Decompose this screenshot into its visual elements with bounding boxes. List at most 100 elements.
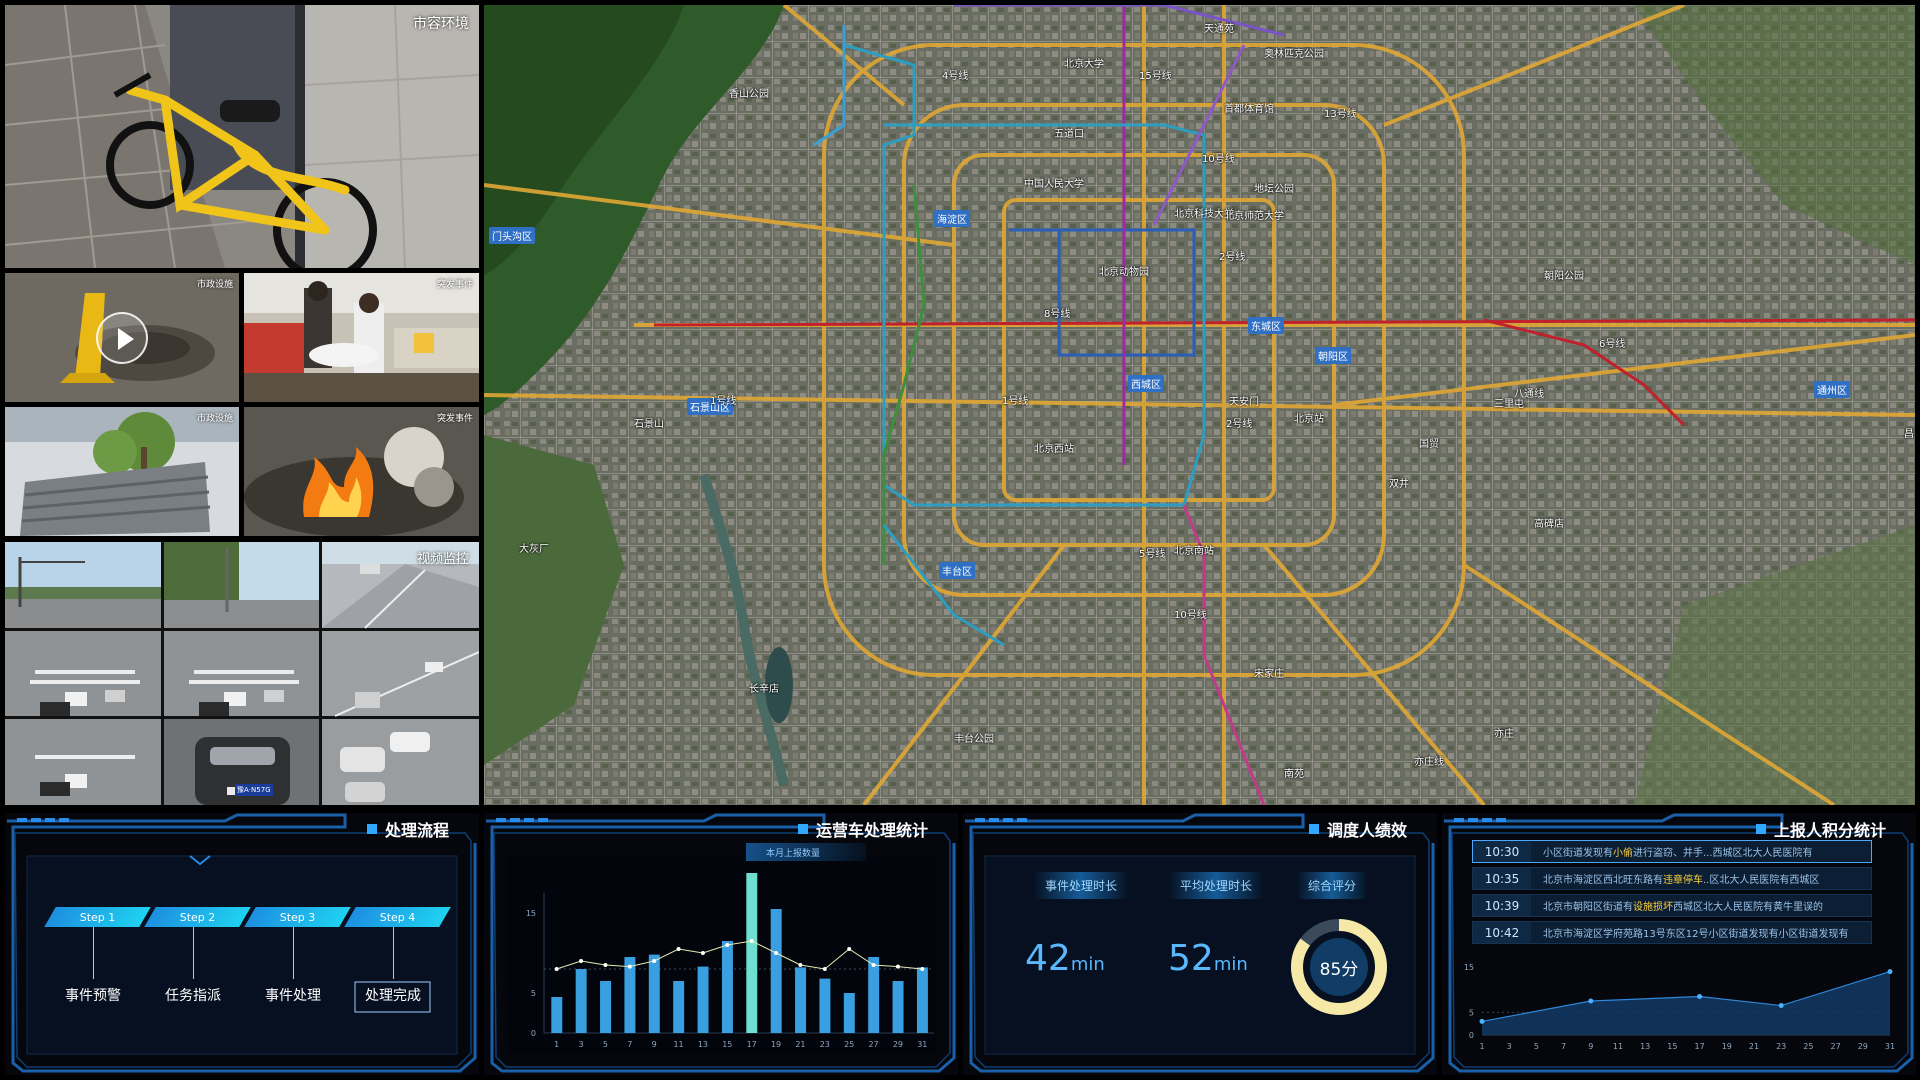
x-tick-label: 21 (1749, 1042, 1759, 1051)
kpi-score-label: 综合评分 (1296, 872, 1369, 899)
x-tick-label: 1 (1479, 1042, 1484, 1051)
place-label: 北京西站 (1034, 444, 1074, 455)
district-label[interactable]: 西城区 (1128, 375, 1164, 392)
district-label[interactable]: 丰台区 (939, 562, 975, 579)
place-label: 北京站 (1294, 414, 1324, 425)
place-label: 地坛公园 (1254, 184, 1294, 195)
vendor-scene (244, 273, 479, 402)
step-3-tab[interactable]: Step 3 (244, 907, 351, 927)
x-tick-label: 19 (771, 1040, 781, 1049)
place-label: 首都体育馆 (1224, 104, 1274, 115)
x-tick-label: 17 (1695, 1042, 1705, 1051)
place-label: 亦庄 (1494, 729, 1514, 740)
panel-title: 调度人绩效 (1308, 817, 1407, 841)
place-label: 天安门 (1229, 397, 1259, 408)
x-tick-label: 23 (1776, 1042, 1786, 1051)
kpi-handle-time-value: 42min (1025, 938, 1105, 979)
area-point (1778, 1003, 1784, 1009)
area-fill (1482, 971, 1890, 1035)
place-label: 五道口 (1054, 129, 1084, 140)
district-label[interactable]: 海淀区 (934, 210, 970, 227)
panel-title: 处理流程 (366, 817, 449, 841)
camera-feed-2 (164, 542, 319, 628)
x-tick-label: 29 (1858, 1042, 1868, 1051)
trend-point (603, 963, 608, 967)
y-tick-label: 15 (526, 909, 536, 918)
subway-line-label: 8号线 (1044, 309, 1071, 320)
place-label: 北京大学 (1064, 59, 1104, 70)
place-label: 北京师范大学 (1224, 211, 1284, 222)
place-label: 北京动物园 (1099, 267, 1149, 278)
subway-line-label: 5号线 (1139, 549, 1166, 560)
place-label: 高碑店 (1534, 519, 1564, 530)
place-label: 长辛店 (749, 684, 779, 695)
trend-point (676, 947, 681, 951)
y-tick-label: 15 (1464, 963, 1474, 972)
report-row[interactable]: 10:35 北京市海淀区西北旺东路有 违章停车 ..区北大人民医院有西城区 (1472, 867, 1872, 890)
step-2-tab[interactable]: Step 2 (144, 907, 251, 927)
tile-fire[interactable]: 突发事件 (244, 407, 479, 536)
x-tick-label: 25 (1803, 1042, 1813, 1051)
district-label[interactable]: 通州区 (1814, 381, 1850, 398)
district-label[interactable]: 门头沟区 (489, 227, 535, 244)
panel-process: 处理流程 Step 1 Step 2 Step 3 Step 4 事件预警 任务… (5, 813, 479, 1075)
trend-point (700, 951, 705, 955)
camera-feed-1 (5, 542, 161, 628)
district-label[interactable]: 朝阳区 (1315, 347, 1351, 364)
trend-point (627, 964, 632, 969)
district-label[interactable]: 东城区 (1248, 317, 1284, 334)
step-1-tab[interactable]: Step 1 (44, 907, 151, 927)
panel-reporter-points: 上报人积分统计 10:30 小区街道发现有 小偷 进行盗窃、并手...西城区北大人民医… (1442, 813, 1916, 1075)
tile-planter[interactable]: 市政设施 (5, 407, 239, 536)
tile-street-vendor[interactable]: 突发事件 (244, 273, 479, 402)
x-tick-label: 31 (1885, 1042, 1895, 1051)
reporter-area-chart: 05151 3 5 7 9 11 13 15 17 19 21 23 25 27 29 31 (1464, 963, 1895, 1051)
trend-point (579, 959, 584, 963)
place-label: 天通苑 (1204, 24, 1234, 35)
panel-frame (5, 813, 479, 1075)
x-tick-label: 3 (1507, 1042, 1512, 1051)
step-4-tab[interactable]: Step 4 (344, 907, 451, 927)
camera-feed-5 (164, 631, 319, 716)
monthly-count-badge[interactable]: 本月上报数量 (746, 843, 866, 861)
area-point (1697, 994, 1703, 999)
x-tick-label: 7 (1561, 1042, 1566, 1051)
subway-line-label: 10号线 (1202, 154, 1235, 165)
x-tick-label: 27 (1831, 1042, 1841, 1051)
place-label: 朝阳公园 (1544, 271, 1584, 282)
step-connector (193, 927, 194, 979)
subway-line-label: 13号线 (1324, 109, 1357, 120)
panel-dispatcher-kpi: 调度人绩效 事件处理时长 平均处理时长 综合评分 42min 52min 85分 (963, 813, 1437, 1075)
place-label: 中国人民大学 (1024, 179, 1084, 190)
step-3-label: 事件处理 (265, 988, 321, 1004)
vehicle-bar-chart: 05151 3 5 7 9 11 13 15 17 19 21 23 25 27 29 31 (526, 873, 934, 1049)
x-tick-label: 27 (868, 1040, 878, 1049)
kpi-avg-time-value: 52min (1168, 938, 1248, 979)
x-tick-label: 25 (844, 1040, 854, 1049)
place-label: 三里屯 (1494, 399, 1524, 410)
step-2-label: 任务指派 (165, 988, 221, 1004)
report-row[interactable]: 10:39 北京市朝阳区街道有 设施损坏 西城区北大人民医院有黄牛里误的 (1472, 894, 1872, 917)
x-tick-label: 3 (579, 1040, 584, 1049)
kpi-handle-time-label: 事件处理时长 (1033, 872, 1130, 899)
subway-line-label: 15号线 (1139, 71, 1172, 82)
beijing-satellite-map[interactable]: 门头沟区 石景山区 海淀区 西城区 东城区 朝阳区 丰台区 通州区 1号线 1号… (484, 5, 1915, 805)
subway-line-label: 10号线 (1174, 610, 1207, 621)
tile-manhole[interactable]: 市政设施 (5, 273, 239, 402)
subway-line-label: 2号线 (1219, 252, 1246, 263)
bar (843, 993, 855, 1033)
place-label: 国贸 (1419, 439, 1439, 450)
trend-point (920, 967, 925, 971)
trend-point (871, 963, 876, 967)
subway-line-label: 4号线 (942, 71, 969, 82)
score-value: 85分 (1319, 960, 1359, 980)
bar (551, 997, 563, 1033)
report-row[interactable]: 10:42 北京市海淀区学府苑路13号东区12号小区街道发现有小区街道发现有 (1472, 921, 1872, 944)
camera-feed-4 (5, 631, 161, 716)
play-button[interactable] (96, 311, 148, 364)
x-tick-label: 29 (893, 1040, 903, 1049)
step-connector (293, 927, 294, 979)
tile-city-appearance[interactable]: 市容环境 (5, 5, 479, 268)
subway-line-label: 1号线 (710, 396, 737, 407)
report-row[interactable]: 10:30 小区街道发现有 小偷 进行盗窃、并手...西城区北大人民医院有 (1472, 840, 1872, 863)
